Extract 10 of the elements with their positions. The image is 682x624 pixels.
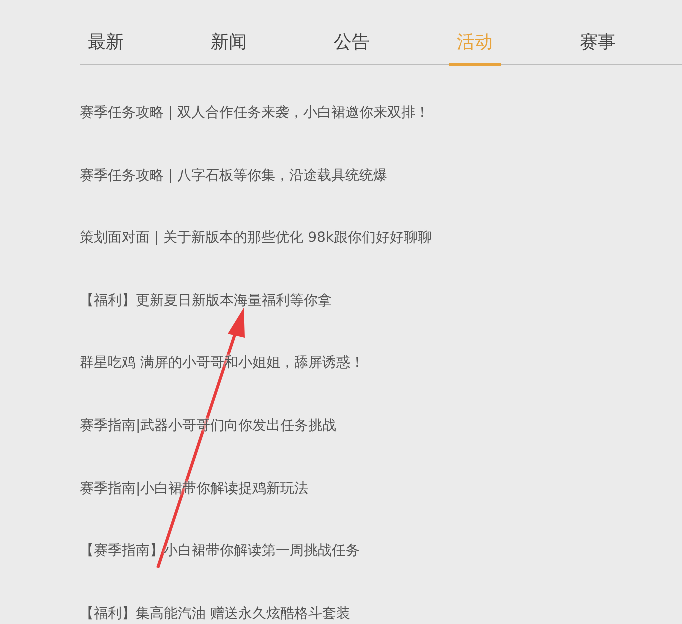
tab[interactable]: 赛事 xyxy=(572,31,624,66)
article-link[interactable]: 【福利】集高能汽油 赠送永久炫酷格斗套装 xyxy=(80,606,350,622)
article-link[interactable]: 【福利】更新夏日新版本海量福利等你拿 xyxy=(80,292,332,309)
article-link[interactable]: 赛季任务攻略 | 八字石板等你集，沿途载具统统爆 xyxy=(80,168,388,184)
tab[interactable]: 公告 xyxy=(326,31,378,66)
tab[interactable]: 新闻 xyxy=(203,31,255,66)
tab[interactable]: 最新 xyxy=(80,31,132,66)
article-link[interactable]: 【赛季指南】小白裙带你解读第一周挑战任务 xyxy=(80,543,360,560)
article-link[interactable]: 赛季任务攻略 | 双人合作任务来袭，小白裙邀你来双排！ xyxy=(80,105,430,121)
article-link[interactable]: 策划面对面 | 关于新版本的那些优化 98k跟你们好好聊聊 xyxy=(80,230,432,246)
